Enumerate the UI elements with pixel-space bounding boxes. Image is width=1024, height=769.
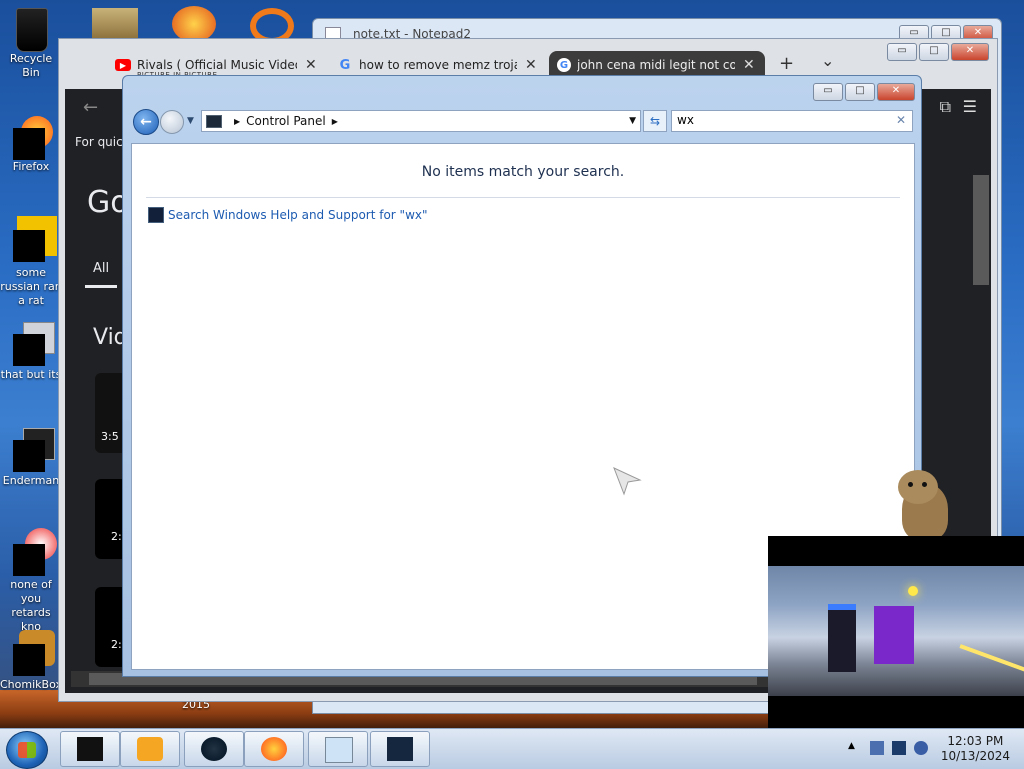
menu-icon[interactable]: ☰ (963, 97, 977, 116)
vertical-scrollbar[interactable] (973, 175, 989, 285)
cp-navigation-bar: ← ▼ ▶ Control Panel ▶ ▼ ⇆ ✕ (131, 109, 915, 135)
desktop-icon-rat[interactable]: some russian ran a rat (0, 216, 62, 308)
help-support-link[interactable]: Search Windows Help and Support for "wx" (148, 207, 428, 223)
tab-label: john cena midi legit not conve (577, 58, 735, 72)
extension-icon[interactable]: ⧉ (940, 97, 951, 117)
chrome-minimize-button[interactable]: ▭ (887, 43, 917, 61)
windows-logo-icon (18, 742, 36, 758)
video-thumbnail[interactable]: 2:5 (95, 479, 129, 559)
desktop-icon-label: ChomikBox (0, 678, 62, 691)
folder-icon[interactable] (92, 8, 138, 40)
back-arrow-icon[interactable]: ← (83, 97, 98, 118)
desktop-icon-label: Recycle Bin (9, 52, 53, 79)
globe-icon (201, 737, 227, 761)
desktop-icon-firefox[interactable]: Firefox (0, 116, 62, 174)
volume-icon[interactable] (914, 741, 928, 755)
refresh-button[interactable]: ⇆ (643, 110, 667, 132)
media-icon (13, 528, 57, 576)
action-center-icon[interactable] (870, 741, 884, 755)
clock-time: 12:03 PM (947, 734, 1004, 748)
desktop-icon-label: that but its (0, 368, 62, 381)
desktop-icon-chomikbox[interactable]: ChomikBox (0, 630, 62, 692)
address-dropdown-icon[interactable]: ▼ (629, 116, 636, 126)
gopher-sticker (888, 470, 958, 540)
google-icon: G (339, 57, 351, 73)
address-bar[interactable]: ▶ Control Panel ▶ ▼ (201, 110, 641, 132)
notepad-icon (325, 737, 353, 763)
desktop-icon-label: Firefox (12, 160, 50, 173)
back-button[interactable]: ← (133, 109, 159, 135)
tab-close-icon[interactable]: ✕ (743, 57, 755, 73)
help-icon (148, 207, 164, 223)
cp-maximize-button[interactable]: □ (845, 83, 875, 101)
desktop-icon-label: none of you retards kno (10, 578, 52, 633)
video-duration: 3:5 (101, 430, 119, 443)
youtube-icon: ▶ (115, 59, 131, 71)
taskbar-control-panel[interactable] (370, 731, 430, 767)
tab-close-icon[interactable]: ✕ (305, 57, 317, 73)
tab-search-button[interactable]: ⌄ (821, 51, 834, 70)
desktop-icon-label: some russian ran a rat (0, 266, 62, 307)
video-thumbnail[interactable]: 2:5 (95, 587, 129, 667)
taskbar-globe[interactable] (184, 731, 244, 767)
clear-search-icon[interactable]: ✕ (896, 113, 906, 127)
recycle-bin-icon (16, 6, 48, 52)
picture-in-picture-video[interactable] (768, 536, 1024, 728)
forward-button[interactable] (160, 110, 184, 134)
tab-close-icon[interactable]: ✕ (525, 57, 537, 73)
system-tray: ▲ 12:03 PM 10/13/2024 (836, 729, 1024, 769)
chrome-maximize-button[interactable]: □ (919, 43, 949, 61)
recent-pages-dropdown-icon[interactable]: ▼ (187, 116, 194, 126)
network-icon[interactable] (892, 741, 906, 755)
divider (146, 197, 900, 198)
desktop-icon-enderman[interactable]: Enderman (0, 428, 62, 488)
tab-all-underline (85, 285, 117, 288)
desktop-icon-that-but-its[interactable]: that but its (0, 322, 62, 382)
search-box[interactable]: ✕ (671, 110, 913, 132)
cp-close-button[interactable]: ✕ (877, 83, 915, 101)
firefox-icon (261, 737, 287, 761)
tab-label: how to remove memz trojan w (359, 58, 517, 72)
folder-stack-icon (13, 322, 55, 366)
breadcrumb-arrow-icon[interactable]: ▶ (332, 117, 338, 126)
firefox-icon (13, 116, 53, 160)
taskbar-app-black[interactable] (60, 731, 120, 767)
clock[interactable]: 12:03 PM 10/13/2024 (941, 734, 1010, 764)
taskbar-media-player[interactable] (120, 731, 180, 767)
help-link-text[interactable]: Search Windows Help and Support for "wx" (168, 208, 428, 222)
desktop-icon-label: Enderman (2, 474, 60, 487)
application-icon (13, 428, 55, 472)
taskbar-firefox[interactable] (244, 731, 304, 767)
taskbar-notepad[interactable] (308, 731, 368, 767)
desktop-icon-recycle-bin[interactable]: Recycle Bin (0, 6, 62, 80)
mouse-cursor-icon (613, 467, 642, 496)
chomikbox-icon (13, 630, 55, 676)
search-input[interactable] (677, 111, 887, 129)
breadcrumb-arrow-icon[interactable]: ▶ (234, 117, 240, 126)
start-button[interactable] (6, 731, 48, 769)
clock-date: 10/13/2024 (940, 749, 1010, 763)
tab-all[interactable]: All (93, 261, 109, 276)
control-panel-icon (206, 114, 222, 128)
media-player-icon (137, 737, 163, 761)
show-hidden-icons[interactable]: ▲ (848, 741, 855, 751)
no-items-message: No items match your search. (421, 164, 625, 180)
video-thumbnail[interactable]: 3:5 (95, 373, 125, 453)
media-player-icon[interactable] (172, 6, 216, 42)
control-panel-icon (387, 737, 413, 761)
video-frame (768, 566, 1024, 696)
taskbar: ▲ 12:03 PM 10/13/2024 (0, 728, 1024, 769)
cp-minimize-button[interactable]: ▭ (813, 83, 843, 101)
new-tab-button[interactable]: + (779, 53, 794, 74)
chrome-close-button[interactable]: ✕ (951, 43, 989, 61)
tab-label: Rivals ( Official Music Video By (137, 58, 297, 72)
app-icon (77, 737, 103, 761)
breadcrumb-control-panel[interactable]: Control Panel (246, 114, 326, 128)
desktop-icon-none-of-you[interactable]: none of you retards kno (0, 528, 62, 634)
file-icon (13, 216, 57, 264)
google-icon: G (557, 58, 571, 72)
